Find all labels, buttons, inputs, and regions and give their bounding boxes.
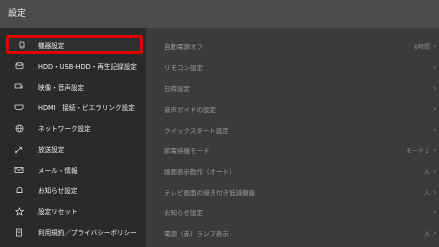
bell-icon xyxy=(10,186,28,195)
mail-icon xyxy=(10,166,28,174)
network-icon xyxy=(10,124,28,133)
setting-value: モード１ xyxy=(405,147,430,155)
chevron-right-icon: › xyxy=(433,63,436,71)
settings-menu: 機器設定 HDD・USB-HDD・再生記録設定 映像・音声設定 HDMI 接続・… xyxy=(0,28,146,247)
menu-label: HDD・USB-HDD・再生記録設定 xyxy=(38,63,137,71)
setting-value: 入 xyxy=(423,168,430,176)
hdd-icon xyxy=(10,62,28,70)
menu-item-notification-settings[interactable]: お知らせ設定 xyxy=(6,181,143,199)
menu-item-settings-reset[interactable]: 設定リセット xyxy=(6,202,143,220)
setting-label: 自動電源オフ xyxy=(164,43,203,51)
menu-item-network-settings[interactable]: ネットワーク設定 xyxy=(6,119,143,137)
star-icon xyxy=(10,206,28,216)
menu-label: 機器設定 xyxy=(38,41,65,50)
setting-row-power-lamp[interactable]: 電源（赤）ランプ表示 入 › xyxy=(164,227,436,239)
menu-item-hdmi-settings[interactable]: HDMI 接続・ビエラリンク設定 xyxy=(6,98,143,116)
setting-label: お知らせ設定 xyxy=(164,209,203,217)
chevron-right-icon: › xyxy=(433,167,436,175)
menu-label: 設定リセット xyxy=(38,208,78,216)
setting-row-notifications[interactable]: お知らせ設定 › xyxy=(164,206,436,218)
chevron-right-icon: › xyxy=(433,42,436,50)
av-icon xyxy=(10,83,28,91)
setting-row-quick-start[interactable]: クイックスタート設定 › xyxy=(164,124,436,136)
broadcast-icon xyxy=(10,145,28,154)
setting-row-date-time[interactable]: 日時設定 › xyxy=(164,82,436,94)
chevron-right-icon: › xyxy=(433,146,436,154)
setting-row-voice-guide[interactable]: 音声ガイドの設定 › xyxy=(164,103,436,115)
setting-label: リモコン設定 xyxy=(164,64,203,72)
setting-value: 入 xyxy=(423,230,430,238)
chevron-right-icon: › xyxy=(433,188,436,196)
menu-item-terms-privacy[interactable]: 利用規約／プライバシーポリシー xyxy=(6,223,143,241)
menu-item-mail-info[interactable]: メール・情報 xyxy=(6,161,143,179)
page-title: 設定 xyxy=(8,9,27,19)
chevron-right-icon: › xyxy=(433,229,436,237)
menu-item-av-settings[interactable]: 映像・音声設定 xyxy=(6,78,143,96)
menu-item-hdd-settings[interactable]: HDD・USB-HDD・再生記録設定 xyxy=(6,57,143,75)
menu-label: 映像・音声設定 xyxy=(38,84,85,92)
menu-label: お知らせ設定 xyxy=(38,187,78,195)
setting-value: 6時間 xyxy=(414,43,430,51)
setting-label: 日時設定 xyxy=(164,85,190,93)
document-icon xyxy=(10,228,28,237)
menu-item-broadcast-settings[interactable]: 放送設定 xyxy=(6,140,143,158)
menu-label: 利用規約／プライバシーポリシー xyxy=(38,229,137,237)
chevron-right-icon: › xyxy=(433,208,436,216)
setting-label: 画面表示動作（オート） xyxy=(164,168,236,176)
setting-label: 節電待機モード xyxy=(164,147,210,155)
setting-value: 入 xyxy=(423,189,430,197)
setting-label: 音声ガイドの設定 xyxy=(164,106,216,114)
chevron-right-icon: › xyxy=(433,105,436,113)
setting-row-burn-in-reduction[interactable]: テレビ画面の焼き付き低減機能 入 › xyxy=(164,186,436,198)
menu-label: 放送設定 xyxy=(38,146,65,154)
setting-row-power-save-standby[interactable]: 節電待機モード モード１ › xyxy=(164,144,436,156)
settings-detail-panel: 自動電源オフ 6時間 › リモコン設定 › 日時設定 › 音声ガイドの設定 › … xyxy=(146,28,439,247)
setting-label: 電源（赤）ランプ表示 xyxy=(164,230,229,238)
hdmi-icon xyxy=(10,103,28,111)
menu-label: ネットワーク設定 xyxy=(38,125,91,133)
setting-row-remote-settings[interactable]: リモコン設定 › xyxy=(164,61,436,73)
setting-label: クイックスタート設定 xyxy=(164,127,229,135)
menu-label: メール・情報 xyxy=(38,167,78,175)
header-bar: 設定 xyxy=(0,0,439,28)
menu-item-device-settings[interactable]: 機器設定 xyxy=(6,35,143,54)
setting-row-auto-power-off[interactable]: 自動電源オフ 6時間 › xyxy=(164,40,436,52)
menu-label: HDMI 接続・ビエラリンク設定 xyxy=(38,104,135,112)
setting-row-screen-display-auto[interactable]: 画面表示動作（オート） 入 › xyxy=(164,165,436,177)
chevron-right-icon: › xyxy=(433,84,436,92)
setting-label: テレビ画面の焼き付き低減機能 xyxy=(164,189,255,197)
device-icon xyxy=(13,41,31,49)
chevron-right-icon: › xyxy=(433,126,436,134)
